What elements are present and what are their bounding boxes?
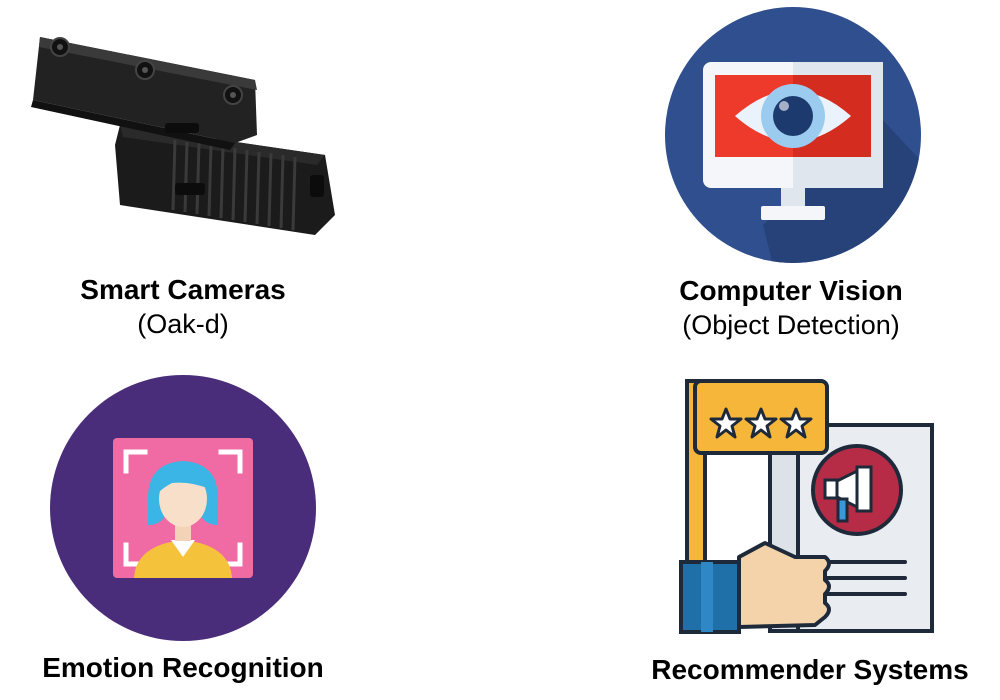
face-scan-icon [50,375,316,641]
tile-title: Recommender Systems [651,654,969,685]
camera-device-icon [25,25,345,245]
tile-title: Emotion Recognition [42,652,324,683]
caption-recommender-systems: Recommender Systems [630,653,990,687]
eye-monitor-icon [663,5,923,265]
tile-title: Computer Vision [679,275,903,306]
tile-subtitle: (Object Detection) [682,310,900,340]
tile-title: Smart Cameras [80,274,286,305]
caption-computer-vision: Computer Vision (Object Detection) [641,274,941,342]
review-rating-icon [675,375,940,640]
tile-subtitle: (Oak-d) [137,309,229,339]
caption-smart-cameras: Smart Cameras (Oak-d) [33,273,333,341]
caption-emotion-recognition: Emotion Recognition [18,651,348,685]
